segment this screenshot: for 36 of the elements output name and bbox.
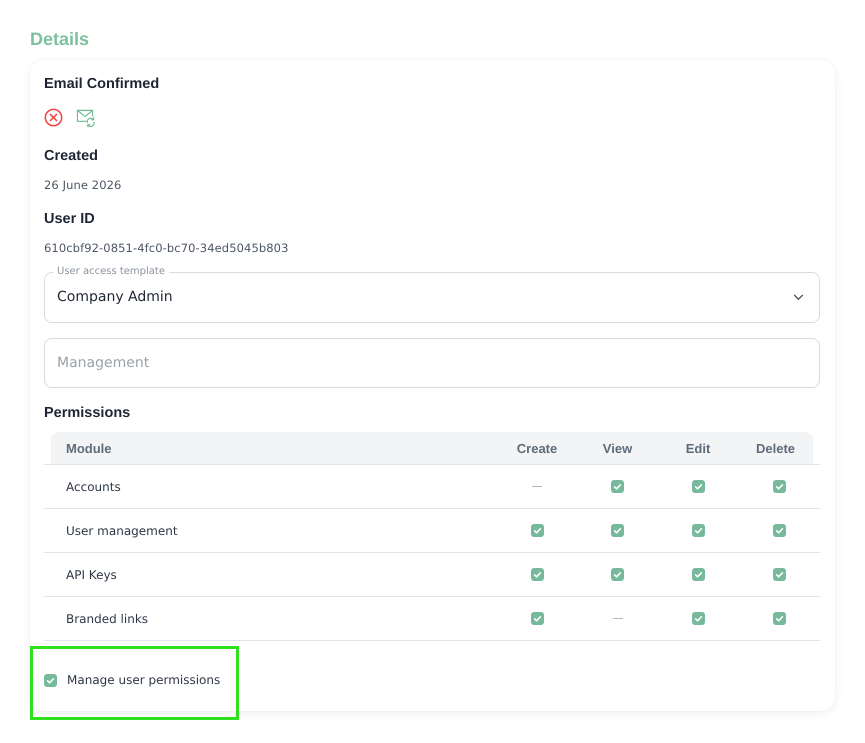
checkbox-label[interactable]: Manage user permissions xyxy=(67,673,220,687)
chevron-down-icon xyxy=(793,294,804,300)
checkbox[interactable] xyxy=(611,480,624,493)
checkbox[interactable] xyxy=(692,524,704,537)
section-heading: Permissions xyxy=(44,404,130,422)
mail-refresh-icon[interactable] xyxy=(76,108,95,126)
checkbox[interactable] xyxy=(530,612,544,625)
checkbox[interactable] xyxy=(44,674,57,686)
checkbox[interactable] xyxy=(692,568,704,581)
field-label: Email Confirmed xyxy=(44,75,160,93)
field-label: User ID xyxy=(44,210,95,228)
column-header: Create xyxy=(516,440,558,456)
column-header: View xyxy=(602,440,632,456)
checkbox[interactable] xyxy=(772,612,786,625)
module-name: Branded links xyxy=(66,612,148,626)
module-name: User management xyxy=(66,524,178,538)
checkbox[interactable] xyxy=(772,480,786,493)
select-field[interactable]: User access template Company Admin xyxy=(44,265,820,323)
checkbox[interactable] xyxy=(692,480,704,493)
created-date: 26 June 2026 xyxy=(44,177,122,193)
checkbox[interactable] xyxy=(772,524,786,537)
checkbox[interactable] xyxy=(772,568,786,581)
checkbox[interactable] xyxy=(611,568,624,581)
input-field[interactable]: Management xyxy=(44,338,820,388)
user-id-value: 610cbf92-0851-4fc0-bc70-34ed5045b803 xyxy=(44,240,289,256)
field-label: Created xyxy=(44,147,98,165)
checkbox[interactable] xyxy=(530,524,544,537)
section-title: Details xyxy=(30,29,90,49)
checkbox[interactable] xyxy=(611,524,624,537)
column-header: Edit xyxy=(686,440,710,456)
column-header: Delete xyxy=(756,440,796,456)
module-name: Accounts xyxy=(66,480,121,494)
module-name: API Keys xyxy=(66,568,117,582)
checkbox[interactable] xyxy=(692,612,704,625)
checkbox[interactable] xyxy=(530,568,544,581)
column-header: Module xyxy=(65,440,112,456)
